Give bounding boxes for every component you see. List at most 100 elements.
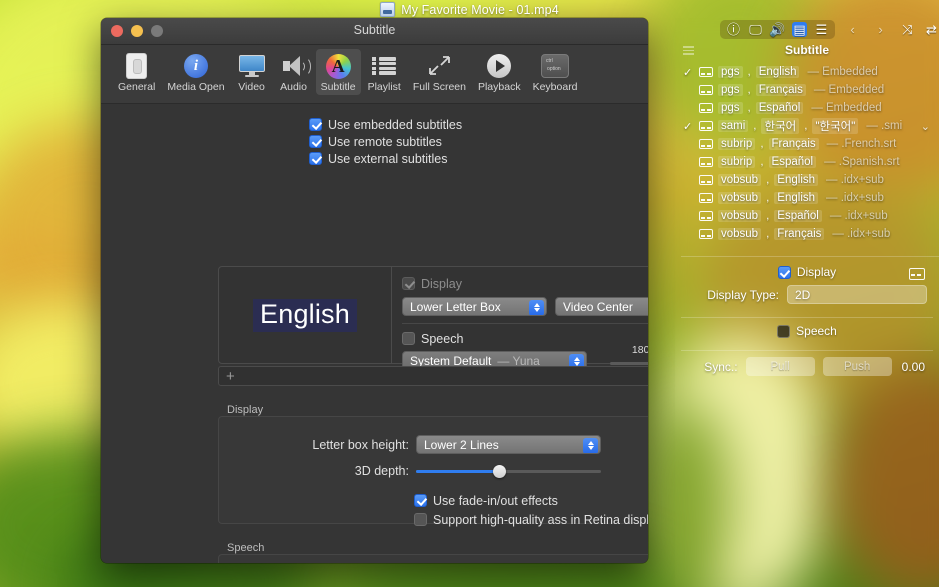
checkbox-box bbox=[309, 118, 322, 131]
track-format: pgs bbox=[718, 102, 743, 114]
closed-caption-icon bbox=[699, 175, 713, 185]
letter-box-height-value: Lower 2 Lines bbox=[424, 438, 499, 452]
previous-icon[interactable]: ‹ bbox=[845, 22, 860, 37]
subtitle-position-value: Lower Letter Box bbox=[410, 300, 501, 314]
toolbar-tab-audio[interactable]: Audio bbox=[274, 49, 314, 95]
subtitle-icon[interactable] bbox=[909, 268, 925, 280]
track-source: — .idx+sub bbox=[826, 192, 884, 204]
sync-push-button[interactable]: Push bbox=[823, 357, 892, 376]
depth-slider[interactable] bbox=[416, 470, 601, 473]
speaker-icon[interactable]: 🔊 bbox=[770, 22, 785, 37]
preferences-body: Use embedded subtitles Use remote subtit… bbox=[101, 104, 648, 563]
play-circle-icon bbox=[484, 52, 514, 80]
add-button-label: + bbox=[226, 368, 235, 385]
track-row[interactable]: subrip , Español — .Spanish.srt bbox=[675, 153, 939, 171]
toolbar-tab-label: General bbox=[118, 81, 155, 93]
sync-push-label: Push bbox=[844, 361, 870, 373]
checkbox-side-display[interactable]: Display bbox=[675, 265, 939, 279]
movie-file-icon bbox=[380, 2, 395, 17]
track-language: English bbox=[756, 66, 800, 78]
track-row[interactable]: ✓ pgs , English — Embedded bbox=[675, 63, 939, 81]
side-panel-section-icons: ⓘ 🖵 🔊 ▤ ☰ bbox=[720, 20, 835, 39]
track-source: — .Spanish.srt bbox=[824, 156, 899, 168]
info-icon[interactable]: ⓘ bbox=[726, 22, 741, 37]
track-row[interactable]: vobsub , English — .idx+sub bbox=[675, 189, 939, 207]
desktop-window-title-bar: My Favorite Movie - 01.mp4 bbox=[0, 0, 939, 19]
preferences-titlebar: Subtitle bbox=[101, 18, 648, 45]
side-panel-mode-icons: ⤨ ⇄ bbox=[900, 22, 939, 37]
hamburger-icon[interactable] bbox=[683, 46, 694, 55]
track-language: Español bbox=[756, 102, 804, 114]
side-sync-row: Sync.: Pull Push 0.00 bbox=[675, 357, 939, 376]
track-row[interactable]: vobsub , Français — .idx+sub bbox=[675, 225, 939, 243]
speech-rate-slider[interactable] bbox=[610, 362, 648, 365]
track-row[interactable]: pgs , Español — Embedded bbox=[675, 99, 939, 117]
divider bbox=[681, 256, 939, 257]
checkbox-label: Display bbox=[421, 277, 462, 291]
track-row[interactable]: pgs , Français — Embedded bbox=[675, 81, 939, 99]
track-format: vobsub bbox=[718, 228, 761, 240]
closed-caption-icon bbox=[699, 139, 713, 149]
side-panel-icon-bar: ⓘ 🖵 🔊 ▤ ☰ ‹ › ⤨ ⇄ bbox=[675, 18, 939, 40]
checkbox-box bbox=[309, 135, 322, 148]
subtitle-icon[interactable]: ▤ bbox=[792, 22, 807, 37]
add-subtitle-track-button[interactable]: + bbox=[218, 366, 648, 386]
closed-caption-icon bbox=[699, 157, 713, 167]
toolbar-tab-keyboard[interactable]: ctrloption Keyboard bbox=[528, 49, 583, 95]
subtitle-alignment-popup[interactable]: Video Center bbox=[555, 297, 648, 316]
toolbar-tab-full-screen[interactable]: Full Screen bbox=[408, 49, 471, 95]
toolbar-tab-video[interactable]: Video bbox=[232, 49, 272, 95]
track-row[interactable]: ✓ sami , 한국어 , "한국어" — .smi ⌄ bbox=[675, 117, 939, 135]
chevron-updown-icon bbox=[529, 300, 544, 316]
checkbox-label: Speech bbox=[421, 332, 463, 346]
chevron-down-icon[interactable]: ⌄ bbox=[921, 120, 930, 133]
subtitle-track-settings-pane: Display Lower Letter Box Video Center bbox=[392, 267, 648, 363]
toolbar-tab-label: Subtitle bbox=[321, 81, 356, 93]
closed-caption-icon bbox=[699, 211, 713, 221]
checkbox-use-remote-subtitles[interactable]: Use remote subtitles bbox=[309, 133, 648, 150]
keyboard-icon: ctrloption bbox=[540, 52, 570, 80]
track-row[interactable]: vobsub , Español — .idx+sub bbox=[675, 207, 939, 225]
track-extra: "한국어" bbox=[812, 118, 858, 134]
track-language: English bbox=[774, 192, 818, 204]
speech-section-box: Speech mode: Pause & Play bbox=[218, 554, 648, 563]
checkbox-label: Use remote subtitles bbox=[328, 135, 442, 149]
letter-box-height-label: Letter box height: bbox=[219, 438, 409, 452]
closed-caption-icon bbox=[699, 121, 713, 131]
preferences-window: Subtitle General i Media Open Video Audi… bbox=[101, 18, 648, 563]
track-language: Français bbox=[774, 228, 824, 240]
track-source: — .idx+sub bbox=[826, 174, 884, 186]
letter-box-height-popup[interactable]: Lower 2 Lines bbox=[416, 435, 601, 454]
display-type-popup[interactable]: 2D bbox=[787, 285, 927, 304]
subtitle-position-popup[interactable]: Lower Letter Box bbox=[402, 297, 547, 316]
monitor-icon[interactable]: 🖵 bbox=[748, 22, 763, 37]
track-row[interactable]: subrip , Français — .French.srt bbox=[675, 135, 939, 153]
track-format: sami bbox=[718, 120, 748, 132]
toolbar-tab-general[interactable]: General bbox=[113, 49, 160, 95]
repeat-icon[interactable]: ⇄ bbox=[924, 22, 939, 37]
checkbox-track-display[interactable]: Display bbox=[402, 275, 648, 292]
sync-pull-button[interactable]: Pull bbox=[746, 357, 815, 376]
toolbar-tab-playlist[interactable]: Playlist bbox=[363, 49, 406, 95]
toolbar-tab-label: Keyboard bbox=[533, 81, 578, 93]
sync-pull-label: Pull bbox=[771, 361, 790, 373]
checkbox-label: Display bbox=[797, 265, 836, 279]
shuffle-icon[interactable]: ⤨ bbox=[900, 22, 915, 37]
checkbox-support-retina-ass[interactable]: Support high-quality ass in Retina displ… bbox=[414, 511, 648, 528]
toolbar-tab-playback[interactable]: Playback bbox=[473, 49, 526, 95]
next-icon[interactable]: › bbox=[873, 22, 888, 37]
general-icon bbox=[122, 52, 152, 80]
playlist-icon[interactable]: ☰ bbox=[814, 22, 829, 37]
checkbox-track-speech[interactable]: Speech bbox=[402, 330, 610, 347]
toolbar-tab-media-open[interactable]: i Media Open bbox=[162, 49, 229, 95]
checkbox-use-embedded-subtitles[interactable]: Use embedded subtitles bbox=[309, 116, 648, 133]
checkbox-use-fade-effects[interactable]: Use fade-in/out effects bbox=[414, 492, 648, 509]
track-row[interactable]: vobsub , English — .idx+sub bbox=[675, 171, 939, 189]
track-language: Español bbox=[774, 210, 822, 222]
side-display-row: Display bbox=[675, 265, 939, 279]
toolbar-tab-label: Playback bbox=[478, 81, 521, 93]
checkbox-box bbox=[402, 332, 415, 345]
checkbox-side-speech[interactable]: Speech bbox=[675, 324, 939, 338]
toolbar-tab-subtitle[interactable]: A Subtitle bbox=[316, 49, 361, 95]
checkbox-use-external-subtitles[interactable]: Use external subtitles bbox=[309, 150, 648, 167]
